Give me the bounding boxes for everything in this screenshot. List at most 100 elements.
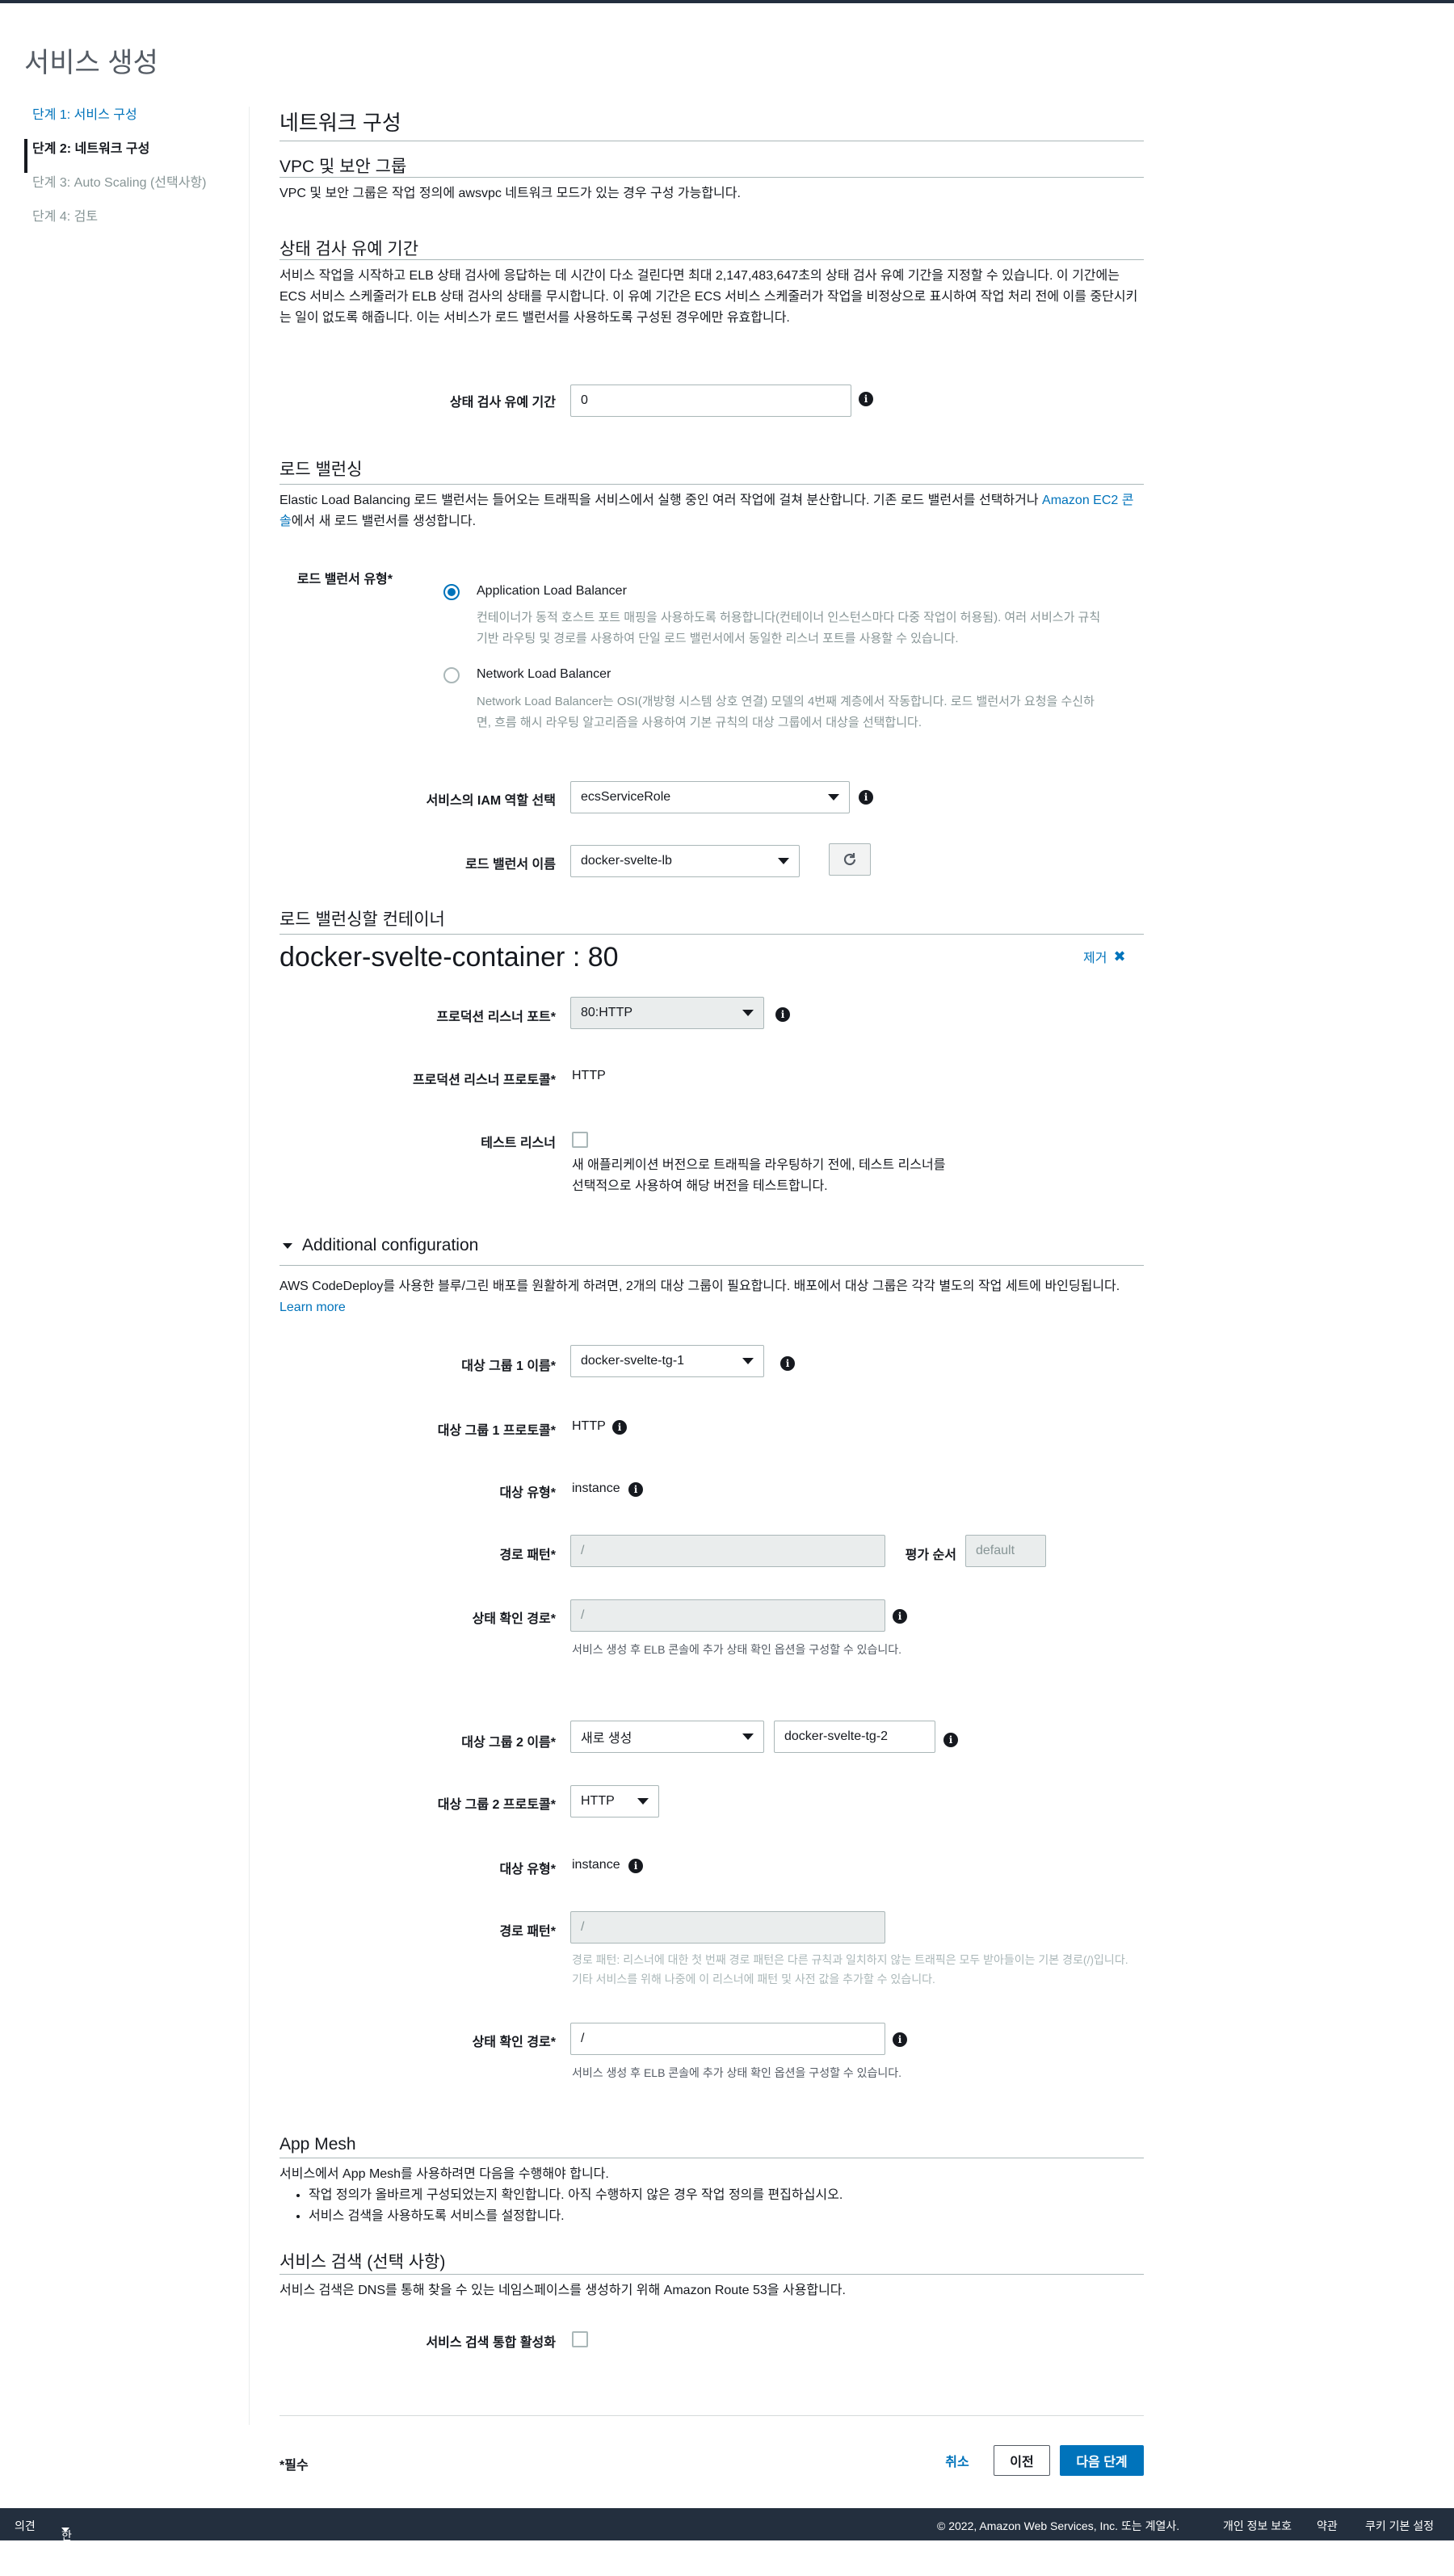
- info-icon[interactable]: i: [893, 2032, 907, 2047]
- tg2-name-input[interactable]: docker-svelte-tg-2: [774, 1721, 935, 1753]
- target-type2-value: instance: [572, 1858, 620, 1872]
- remove-label: 제거: [1083, 952, 1107, 965]
- tg1-proto-value: HTTP: [572, 1419, 606, 1433]
- info-icon[interactable]: i: [612, 1420, 627, 1435]
- prod-proto-value: HTTP: [572, 1069, 606, 1082]
- feedback-link[interactable]: 의견: [15, 2518, 36, 2534]
- test-listener-label: 테스트 리스너: [481, 1137, 556, 1150]
- path-pattern2-help: 경로 패턴: 리스너에 대한 첫 번째 경로 패턴은 다른 규칙과 일치하지 않…: [572, 1953, 1128, 1986]
- grace-period-input[interactable]: 0: [570, 385, 851, 417]
- info-icon[interactable]: i: [859, 392, 873, 406]
- lb-desc-pre: Elastic Load Balancing 로드 밸런서는 들어오는 트래픽을…: [279, 494, 1043, 507]
- eval-order-input[interactable]: default: [965, 1535, 1046, 1567]
- privacy-link[interactable]: 개인 정보 보호: [1223, 2518, 1292, 2534]
- appmesh-bullets: 작업 정의가 올바르게 구성되었는지 확인합니다. 아직 수행하지 않은 경우 …: [279, 2185, 1087, 2227]
- copyright: © 2022, Amazon Web Services, Inc. 또는 계열사…: [937, 2519, 1180, 2532]
- vpc-description: VPC 및 보안 그룹은 작업 정의에 awsvpc 네트워크 모드가 있는 경…: [279, 187, 741, 200]
- info-icon[interactable]: i: [628, 1859, 643, 1873]
- info-icon[interactable]: i: [893, 1609, 907, 1624]
- info-icon[interactable]: i: [775, 1007, 790, 1022]
- chevron-down-icon: [742, 1358, 754, 1364]
- step-3: 단계 3: Auto Scaling (선택사항): [32, 176, 207, 190]
- grace-title: 상태 검사 유예 기간: [279, 240, 419, 258]
- tg2-proto-value: HTTP: [581, 1794, 615, 1808]
- path-pattern-input[interactable]: /: [570, 1535, 885, 1567]
- appmesh-description: 서비스에서 App Mesh를 사용하려면 다음을 수행해야 합니다.: [279, 2167, 609, 2181]
- prod-port-value: 80:HTTP: [581, 1006, 633, 1019]
- container-name: docker-svelte-container : 80: [279, 942, 619, 973]
- container-section-title: 로드 밸런싱할 컨테이너: [279, 910, 445, 929]
- health-check-help: 서비스 생성 후 ELB 콘솔에 추가 상태 확인 옵션을 구성할 수 있습니다…: [572, 1643, 902, 1656]
- info-icon[interactable]: i: [628, 1482, 643, 1497]
- tg2-name-label: 대상 그룹 2 이름*: [461, 1736, 556, 1750]
- learn-more-link[interactable]: Learn more: [279, 1301, 346, 1314]
- additional-config-title: Additional configuration: [302, 1236, 479, 1254]
- additional-desc-text: AWS CodeDeploy를 사용한 블루/그린 배포를 원활하게 하려면, …: [279, 1280, 1120, 1293]
- discovery-checkbox[interactable]: [572, 2331, 588, 2347]
- tg1-name-label: 대상 그룹 1 이름*: [461, 1359, 556, 1373]
- tg2-proto-select[interactable]: HTTP: [570, 1785, 659, 1817]
- list-item: 서비스 검색을 사용하도록 서비스를 설정합니다.: [309, 2206, 1087, 2227]
- prod-port-label: 프로덕션 리스너 포트*: [436, 1011, 556, 1024]
- top-bar: [0, 0, 1454, 3]
- grace-divider: [279, 259, 1144, 260]
- info-icon[interactable]: i: [780, 1356, 795, 1371]
- additional-config-toggle[interactable]: Additional configuration: [283, 1236, 478, 1255]
- section-title: 네트워크 구성: [279, 111, 401, 135]
- wizard-steps: 단계 1: 서비스 구성 단계 2: 네트워크 구성 단계 3: Auto Sc…: [24, 105, 242, 241]
- tg1-proto-label: 대상 그룹 1 프로토콜*: [437, 1424, 556, 1438]
- path-pattern2-label: 경로 패턴*: [499, 1925, 556, 1939]
- health-check2-label: 상태 확인 경로*: [472, 2036, 556, 2049]
- target-type-label: 대상 유형*: [499, 1486, 556, 1500]
- health-check-input[interactable]: /: [570, 1599, 885, 1632]
- vpc-title: VPC 및 보안 그룹: [279, 158, 407, 176]
- footer: 의견 한국어 © 2022, Amazon Web Services, Inc.…: [0, 2508, 1454, 2574]
- vpc-divider: [279, 177, 1144, 178]
- remove-button[interactable]: 제거 ✖: [1083, 947, 1126, 966]
- health-check2-input[interactable]: /: [570, 2023, 885, 2055]
- iam-role-label: 서비스의 IAM 역할 선택: [426, 794, 556, 808]
- page-title: 서비스 생성: [24, 48, 158, 78]
- previous-button[interactable]: 이전: [994, 2445, 1050, 2476]
- iam-role-select[interactable]: ecsServiceRole: [570, 781, 850, 813]
- alb-label: Application Load Balancer: [477, 584, 627, 598]
- nlb-radio[interactable]: [443, 667, 460, 683]
- test-listener-checkbox[interactable]: [572, 1132, 588, 1148]
- tg2-mode-select[interactable]: 새로 생성: [570, 1721, 764, 1753]
- lb-desc-post: 에서 새 로드 밸런서를 생성합니다.: [291, 515, 477, 528]
- health-check-label: 상태 확인 경로*: [472, 1612, 556, 1626]
- cancel-button[interactable]: 취소: [937, 2445, 977, 2476]
- discovery-label: 서비스 검색 통합 활성화: [426, 2336, 556, 2350]
- lb-name-select[interactable]: docker-svelte-lb: [570, 845, 800, 877]
- prod-proto-label: 프로덕션 리스너 프로토콜*: [412, 1074, 556, 1087]
- chevron-down-icon: [637, 1798, 649, 1805]
- alb-radio[interactable]: [443, 584, 460, 600]
- lb-name-label: 로드 밸런서 이름: [465, 858, 556, 872]
- grace-label: 상태 검사 유예 기간: [449, 396, 556, 410]
- cookie-settings-link[interactable]: 쿠키 기본 설정: [1365, 2518, 1434, 2534]
- sidebar-divider: [249, 107, 250, 2425]
- refresh-button[interactable]: [829, 843, 871, 876]
- test-listener-help: 새 애플리케이션 버전으로 트래픽을 라우팅하기 전에, 테스트 리스너를 선택…: [572, 1158, 946, 1193]
- prod-port-select[interactable]: 80:HTTP: [570, 997, 764, 1029]
- chevron-down-icon: [778, 858, 789, 864]
- lb-description: Elastic Load Balancing 로드 밸런서는 들어오는 트래픽을…: [279, 490, 1144, 532]
- step-1-link[interactable]: 단계 1: 서비스 구성: [24, 105, 242, 139]
- info-icon[interactable]: i: [859, 790, 873, 805]
- discovery-title: 서비스 검색 (선택 사항): [279, 2253, 446, 2271]
- chevron-down-icon: [828, 794, 839, 801]
- lb-divider: [279, 484, 1144, 485]
- caret-down-icon: [61, 2528, 69, 2532]
- tg1-name-value: docker-svelte-tg-1: [581, 1354, 685, 1368]
- path-pattern2-input[interactable]: /: [570, 1911, 885, 1944]
- tg1-name-select[interactable]: docker-svelte-tg-1: [570, 1345, 764, 1377]
- terms-link[interactable]: 약관: [1317, 2518, 1338, 2534]
- discovery-description: 서비스 검색은 DNS를 통해 찾을 수 있는 네임스페이스를 생성하기 위해 …: [279, 2284, 846, 2297]
- language-value: 한국어: [61, 2529, 72, 2574]
- nlb-label: Network Load Balancer: [477, 667, 611, 681]
- appmesh-title: App Mesh: [279, 2135, 356, 2154]
- next-step-button[interactable]: 다음 단계: [1060, 2445, 1144, 2476]
- info-icon[interactable]: i: [943, 1733, 958, 1747]
- lb-title: 로드 밸런싱: [279, 460, 363, 479]
- additional-divider: [279, 1265, 1144, 1266]
